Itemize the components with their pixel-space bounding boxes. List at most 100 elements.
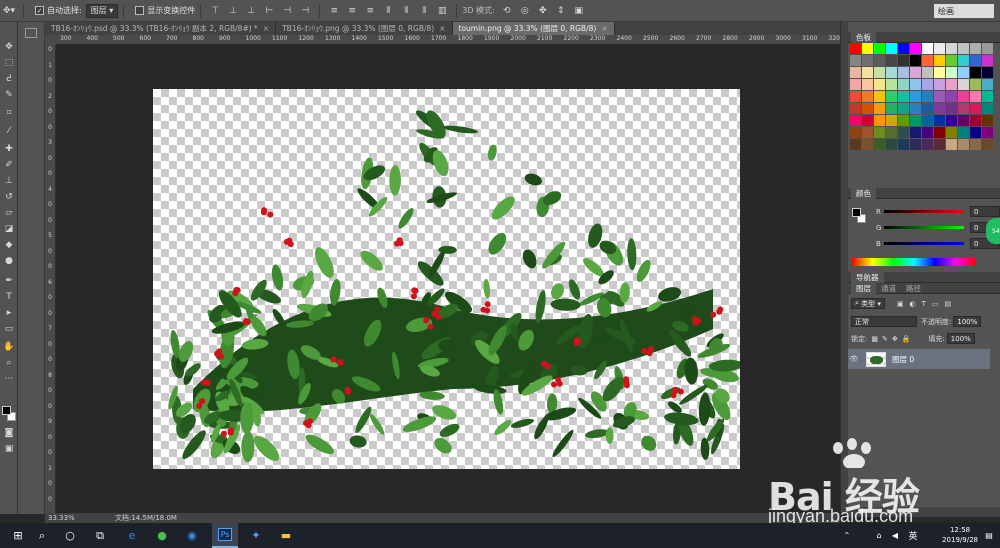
color-swatch[interactable] (850, 127, 861, 138)
color-swatch[interactable] (958, 139, 969, 150)
color-swatch[interactable] (970, 55, 981, 66)
color-swatch[interactable] (862, 79, 873, 90)
color-swatch[interactable] (970, 115, 981, 126)
color-swatch[interactable] (958, 115, 969, 126)
color-swatch[interactable] (910, 79, 921, 90)
color-fg-swatch[interactable] (852, 208, 861, 217)
color-swatch[interactable] (910, 103, 921, 114)
distribute-left-icon[interactable]: ⦀ (381, 3, 395, 19)
color-swatch[interactable] (862, 55, 873, 66)
color-swatch[interactable] (982, 79, 993, 90)
tab-paths[interactable]: 路径 (901, 283, 926, 294)
color-swatch[interactable] (898, 55, 909, 66)
color-swatch[interactable] (934, 55, 945, 66)
edge-browser-icon[interactable]: e (120, 523, 144, 548)
color-swatch[interactable] (922, 139, 933, 150)
color-swatch[interactable] (958, 91, 969, 102)
photoshop-taskbar-icon[interactable]: Ps (212, 523, 238, 548)
move-tool-preset-icon[interactable]: ✥▾ (2, 3, 16, 19)
color-swatch[interactable] (850, 67, 861, 78)
show-transform-checkbox[interactable] (135, 6, 145, 15)
distribute-right-icon[interactable]: ⦀ (417, 3, 431, 19)
close-icon[interactable]: × (439, 24, 445, 33)
blend-mode-dropdown[interactable]: 正常 (851, 316, 917, 327)
color-swatch[interactable] (886, 67, 897, 78)
color-swatch[interactable] (850, 43, 861, 54)
auto-select-dropdown[interactable]: 图层 ▾ (85, 3, 119, 18)
color-swatch[interactable] (958, 55, 969, 66)
distribute-vcenter-icon[interactable]: ≡ (345, 3, 359, 19)
tab-document-2[interactable]: TB16-ｵﾝﾘｮｳ.png @ 33.3% (图层 0, RGB/8) × (276, 22, 453, 35)
color-swatch[interactable] (934, 43, 945, 54)
blue-app-icon[interactable]: ◉ (180, 523, 204, 548)
color-swatch[interactable] (934, 79, 945, 90)
tab-navigator[interactable]: 导航器 (851, 271, 884, 283)
color-swatch[interactable] (898, 115, 909, 126)
color-swatch[interactable] (850, 79, 861, 90)
distribute-hcenter-icon[interactable]: ⦀ (399, 3, 413, 19)
align-hcenter-icon[interactable]: ⊣ (280, 3, 294, 19)
color-swatch[interactable] (982, 103, 993, 114)
hand-tool-icon[interactable]: ✋ (2, 340, 16, 354)
color-swatch[interactable] (898, 79, 909, 90)
lock-icons[interactable]: ▦✎✥🔒 (871, 335, 914, 343)
color-swatch[interactable] (982, 43, 993, 54)
ruler-origin[interactable] (45, 35, 56, 45)
close-icon[interactable]: × (263, 24, 269, 33)
3d-rotate-icon[interactable]: ⟲ (500, 3, 514, 19)
pen-tool-icon[interactable]: ✒ (2, 274, 16, 288)
color-swatch[interactable] (874, 115, 885, 126)
color-swatch[interactable] (946, 115, 957, 126)
quick-mask-icon[interactable]: ◙ (2, 426, 16, 440)
color-swatch[interactable] (898, 91, 909, 102)
layer-row[interactable]: 👁 图层 0 (848, 349, 990, 369)
color-swatch[interactable] (922, 91, 933, 102)
eye-icon[interactable]: 👁 (848, 355, 860, 363)
color-swatch[interactable] (886, 103, 897, 114)
healing-brush-tool-icon[interactable]: ✚ (2, 142, 16, 156)
color-swatch[interactable] (970, 139, 981, 150)
search-icon[interactable]: ⌕ (30, 523, 54, 548)
volume-icon[interactable]: ◀ (888, 523, 902, 548)
dodge-tool-icon[interactable]: ● (2, 254, 16, 268)
b-slider[interactable] (884, 242, 964, 245)
color-swatch[interactable] (934, 139, 945, 150)
color-swatch[interactable] (850, 115, 861, 126)
workspace-dropdown[interactable]: 绘画 (934, 4, 994, 18)
color-swatch[interactable] (922, 43, 933, 54)
align-right-icon[interactable]: ⊣ (298, 3, 312, 19)
color-swatch[interactable] (970, 91, 981, 102)
color-swatch[interactable] (982, 139, 993, 150)
color-swatch[interactable] (862, 115, 873, 126)
color-swatch[interactable] (982, 115, 993, 126)
color-swatch[interactable] (970, 127, 981, 138)
paint-bucket-tool-icon[interactable]: ◪ (2, 222, 16, 236)
cortana-icon[interactable]: ○ (58, 523, 82, 548)
color-swatch[interactable] (946, 103, 957, 114)
horizontal-ruler[interactable]: 300 400 500 600 700 800 900 1000 1100 1200 1300 140… (56, 35, 844, 45)
doc-size[interactable]: 文档:14.5M/18.0M (115, 513, 177, 523)
color-swatch[interactable] (982, 91, 993, 102)
task-view-icon[interactable]: ⧉ (88, 523, 112, 548)
color-swatch[interactable] (970, 79, 981, 90)
color-swatch[interactable] (910, 55, 921, 66)
r-slider[interactable] (884, 210, 964, 213)
notification-icon[interactable]: ▤ (982, 523, 996, 548)
auto-select-checkbox[interactable]: ✓ (35, 6, 44, 15)
color-swatch[interactable] (886, 139, 897, 150)
windows-start-icon[interactable]: ⊞ (6, 523, 30, 548)
3d-scale-icon[interactable]: ▣ (572, 3, 586, 19)
color-swatch[interactable] (874, 91, 885, 102)
color-swatch[interactable] (850, 103, 861, 114)
network-icon[interactable]: ⌂ (872, 523, 886, 548)
path-select-tool-icon[interactable]: ▸ (2, 306, 16, 320)
color-swatch[interactable] (970, 43, 981, 54)
color-swatch[interactable] (934, 91, 945, 102)
color-swatch[interactable] (898, 103, 909, 114)
color-swatch[interactable] (946, 79, 957, 90)
color-swatch[interactable] (874, 43, 885, 54)
tray-clock[interactable]: 12:58 2019/9/28 (942, 525, 978, 545)
tab-document-active[interactable]: toumin.png @ 33.3% (图层 0, RGB/8) × (452, 22, 615, 35)
align-top-icon[interactable]: ⊤ (208, 3, 222, 19)
color-swatch[interactable] (910, 127, 921, 138)
